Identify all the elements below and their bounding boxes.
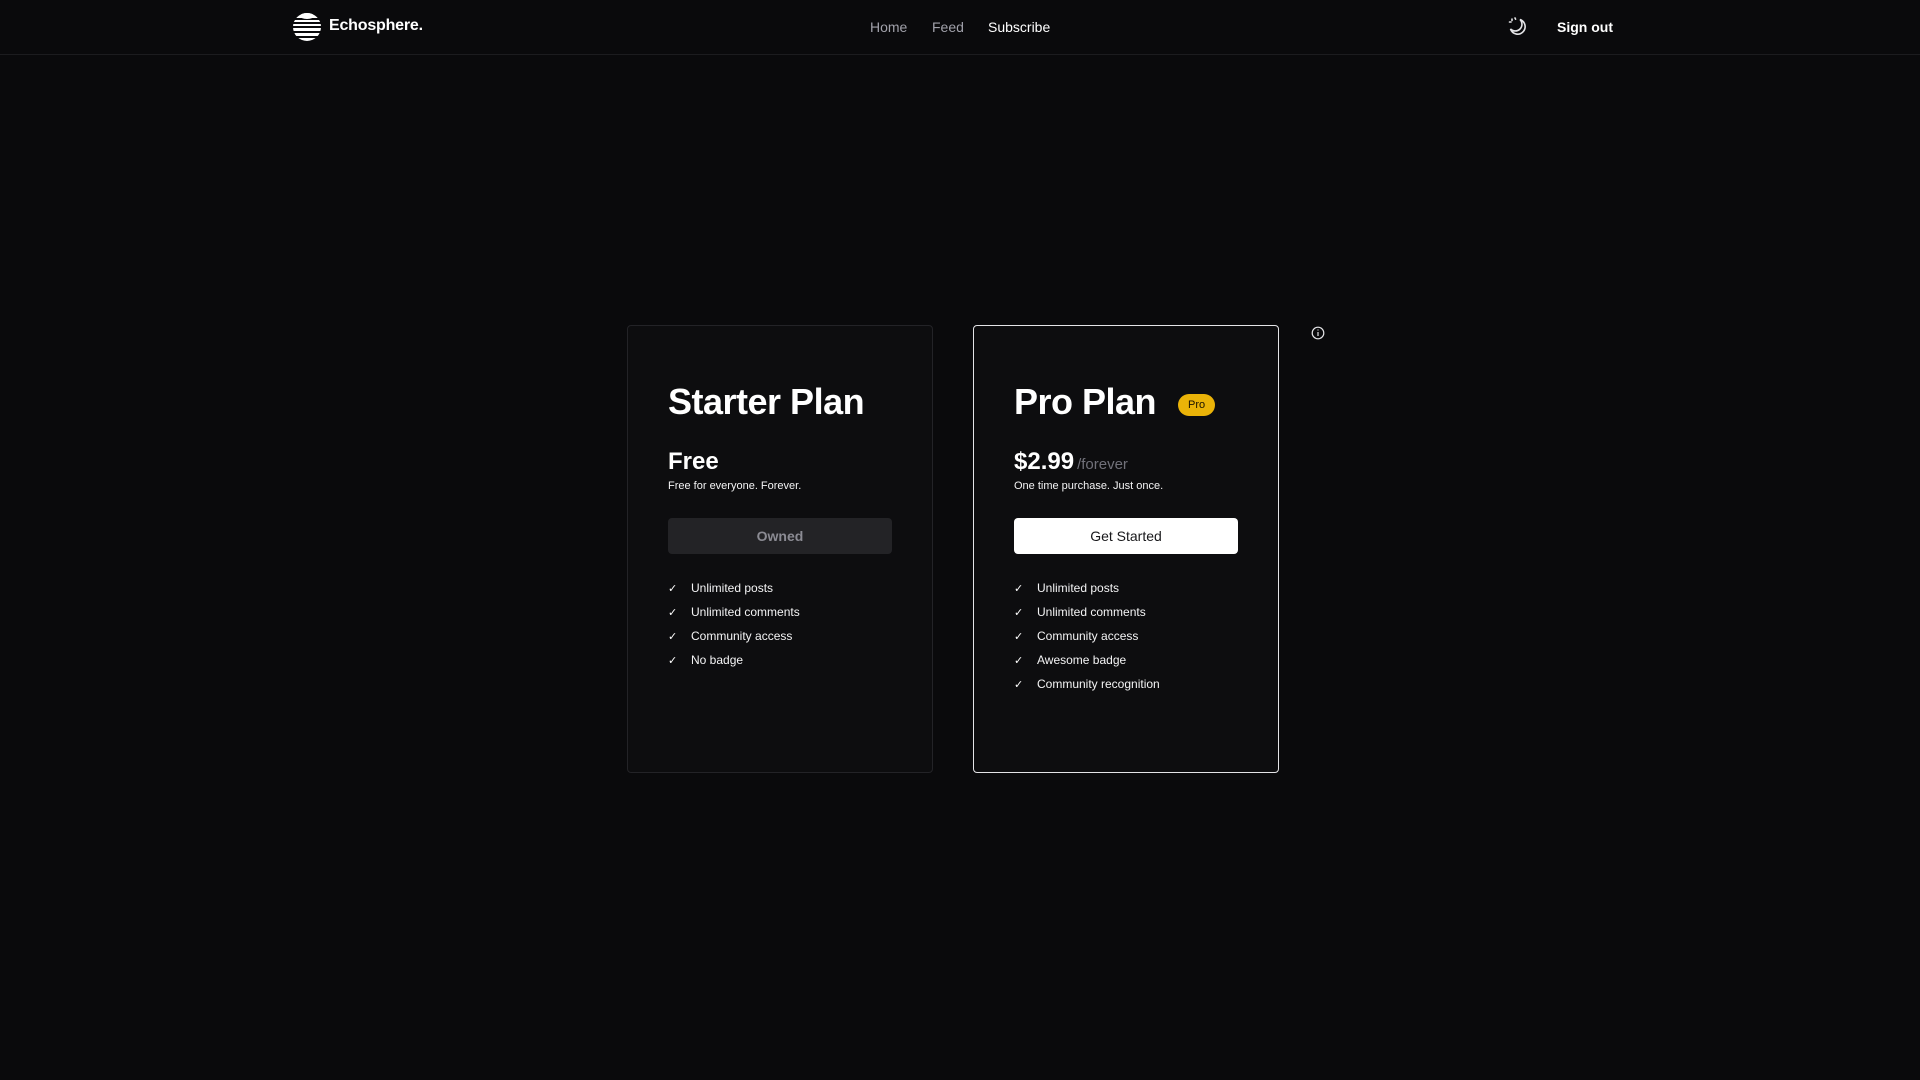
feature-label: Unlimited posts: [1037, 581, 1120, 595]
check-icon: ✓: [1014, 654, 1024, 667]
pro-description: One time purchase. Just once.: [1014, 480, 1164, 492]
owned-button[interactable]: Owned: [668, 518, 892, 554]
nav-link-home[interactable]: Home: [870, 19, 907, 35]
echosphere-logo-icon: [293, 13, 321, 41]
feature-item: ✓ Community access: [668, 624, 800, 648]
starter-feature-list: ✓ Unlimited posts ✓ Unlimited comments ✓ Co…: [668, 576, 800, 672]
starter-description: Free for everyone. Forever.: [668, 480, 802, 492]
check-icon: ✓: [668, 630, 678, 643]
check-icon: ✓: [1014, 630, 1024, 643]
nav-link-subscribe[interactable]: Subscribe: [988, 19, 1050, 35]
pro-plan-title: Pro Plan: [1014, 381, 1157, 422]
feature-item: ✓ Unlimited posts: [1014, 576, 1160, 600]
feature-label: Unlimited comments: [1037, 605, 1146, 619]
feature-item: ✓ Unlimited posts: [668, 576, 800, 600]
feature-label: Community access: [1037, 629, 1139, 643]
feature-label: Community recognition: [1037, 677, 1160, 691]
starter-price: Free: [668, 448, 719, 475]
brand-name: Echosphere.: [329, 17, 423, 34]
feature-label: Community access: [691, 629, 793, 643]
feature-label: Awesome badge: [1037, 653, 1127, 667]
check-icon: ✓: [1014, 606, 1024, 619]
check-icon: ✓: [668, 606, 678, 619]
top-navbar: Echosphere. Home Feed Subscribe Sign out: [0, 0, 1920, 55]
feature-label: No badge: [691, 653, 744, 667]
check-icon: ✓: [1014, 678, 1024, 691]
feature-item: ✓ Awesome badge: [1014, 648, 1160, 672]
feature-item: ✓ Unlimited comments: [1014, 600, 1160, 624]
brand-logo-link[interactable]: Echosphere.: [291, 10, 423, 42]
starter-price-row: Free: [668, 448, 719, 476]
feature-item: ✓ Community access: [1014, 624, 1160, 648]
feature-label: Unlimited posts: [691, 581, 774, 595]
starter-plan-title: Starter Plan: [668, 381, 865, 422]
pro-price: $2.99: [1014, 448, 1075, 475]
sign-out-button[interactable]: Sign out: [1557, 19, 1613, 35]
pro-badge: Pro: [1178, 394, 1216, 416]
nav-link-feed[interactable]: Feed: [932, 19, 964, 35]
pro-plan-card: Pro Plan Pro $2.99 /forever One time pur…: [973, 325, 1279, 773]
feature-label: Unlimited comments: [691, 605, 800, 619]
feature-item: ✓ Community recognition: [1014, 672, 1160, 696]
starter-plan-card: Starter Plan Free Free for everyone. For…: [627, 325, 933, 773]
check-icon: ✓: [668, 654, 678, 667]
check-icon: ✓: [1014, 582, 1024, 595]
pro-feature-list: ✓ Unlimited posts ✓ Unlimited comments ✓ Co…: [1014, 576, 1160, 696]
feature-item: ✓ Unlimited comments: [668, 600, 800, 624]
get-started-button[interactable]: Get Started: [1014, 518, 1238, 554]
pro-price-period: /forever: [1077, 456, 1128, 473]
feature-item: ✓ No badge: [668, 648, 800, 672]
theme-toggle-icon[interactable]: [1507, 16, 1529, 38]
info-icon[interactable]: [1311, 326, 1325, 340]
pro-price-row: $2.99 /forever: [1014, 448, 1128, 476]
check-icon: ✓: [668, 582, 678, 595]
